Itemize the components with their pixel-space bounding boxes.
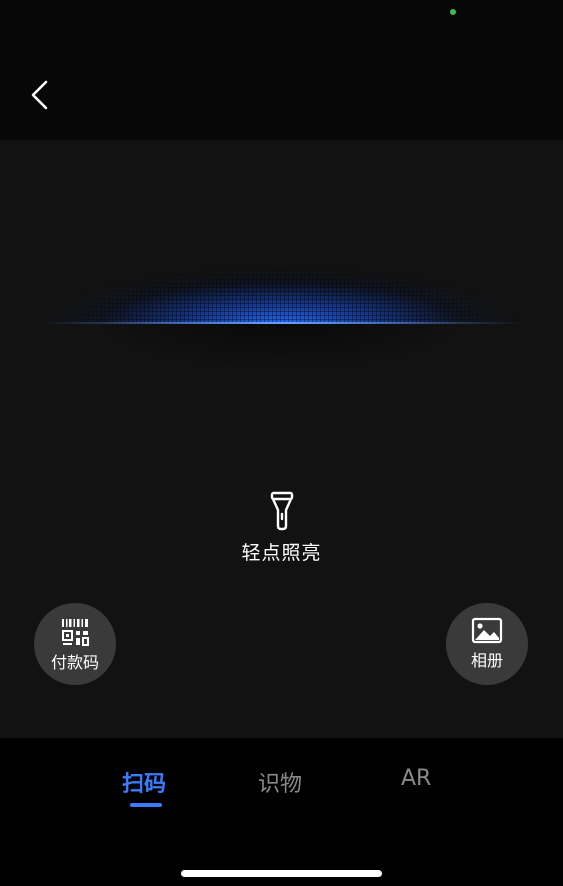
scan-glow — [40, 244, 523, 324]
pay-code-button[interactable]: 付款码 — [34, 603, 116, 685]
bottom-tab-bar: 扫码 识物 AR — [0, 738, 563, 886]
album-button[interactable]: 相册 — [446, 603, 528, 685]
tab-identify[interactable]: 识物 — [258, 766, 302, 798]
scan-line — [40, 322, 523, 324]
tab-scan[interactable]: 扫码 — [122, 766, 166, 798]
flashlight-icon — [270, 491, 293, 531]
pay-code-label: 付款码 — [50, 653, 99, 672]
top-bar — [0, 0, 563, 140]
chevron-left-icon — [31, 80, 48, 110]
tab-ar[interactable]: AR — [401, 766, 431, 791]
qr-code-icon — [62, 619, 89, 646]
status-indicator-dot — [450, 9, 456, 15]
image-icon — [471, 617, 503, 644]
torch-label: 轻点照亮 — [241, 542, 322, 564]
home-indicator[interactable] — [181, 870, 382, 877]
album-label: 相册 — [470, 651, 503, 670]
torch-toggle[interactable]: 轻点照亮 — [0, 490, 563, 565]
back-button[interactable] — [22, 74, 62, 116]
tab-active-indicator — [130, 803, 162, 807]
camera-viewfinder: 轻点照亮 付款码 相册 — [0, 140, 563, 738]
